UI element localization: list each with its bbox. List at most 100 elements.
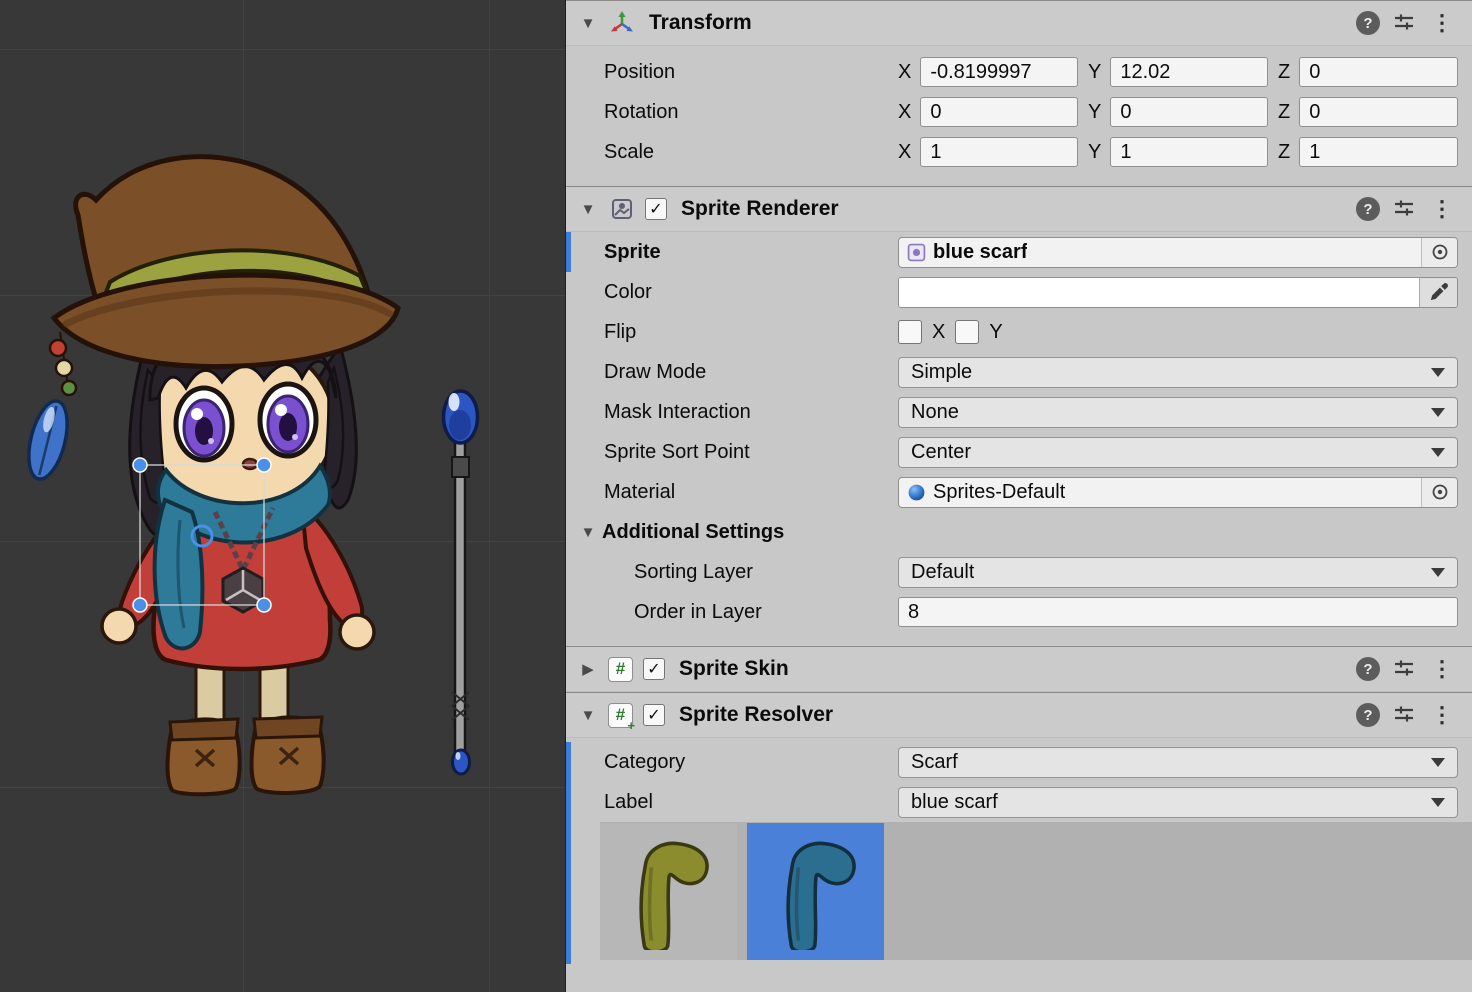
sprite-skin-icon: # bbox=[608, 657, 633, 682]
color-field[interactable] bbox=[898, 277, 1458, 308]
sprite-row: Sprite blue scarf bbox=[566, 232, 1472, 272]
draw-mode-dropdown[interactable]: Simple bbox=[898, 357, 1458, 388]
color-label: Color bbox=[566, 281, 898, 304]
sprite-sort-point-label: Sprite Sort Point bbox=[566, 441, 898, 464]
presets-icon[interactable] bbox=[1390, 197, 1418, 221]
category-dropdown[interactable]: Scarf bbox=[898, 747, 1458, 778]
material-row: Material Sprites-Default bbox=[566, 472, 1472, 512]
selection-handle-bottom-right[interactable] bbox=[257, 598, 271, 612]
category-label: Category bbox=[566, 751, 898, 774]
axis-z-label: Z bbox=[1278, 141, 1290, 164]
position-row: Position X Y Z bbox=[566, 52, 1472, 92]
kebab-menu-icon[interactable]: ⋮ bbox=[1428, 656, 1456, 682]
axis-y-label: Y bbox=[1088, 101, 1101, 124]
kebab-menu-icon[interactable]: ⋮ bbox=[1428, 702, 1456, 728]
character-sprite[interactable] bbox=[22, 157, 398, 795]
foldout-open-icon[interactable]: ▼ bbox=[578, 707, 598, 724]
presets-icon[interactable] bbox=[1390, 657, 1418, 681]
foldout-open-icon[interactable]: ▼ bbox=[578, 524, 598, 541]
sprite-skin-enabled-checkbox[interactable]: ✓ bbox=[643, 658, 665, 680]
eyedropper-icon[interactable] bbox=[1419, 278, 1457, 307]
selection-handle-top-right[interactable] bbox=[257, 458, 271, 472]
order-in-layer-field[interactable] bbox=[898, 597, 1458, 627]
material-label: Material bbox=[566, 481, 898, 504]
presets-icon[interactable] bbox=[1390, 703, 1418, 727]
sprite-skin-header[interactable]: ▶ # ✓ Sprite Skin ? ⋮ bbox=[566, 646, 1472, 692]
selection-handle-bottom-left[interactable] bbox=[133, 598, 147, 612]
sprite-renderer-title: Sprite Renderer bbox=[681, 197, 839, 221]
scale-z-field[interactable] bbox=[1299, 137, 1458, 167]
color-swatch[interactable] bbox=[899, 278, 1419, 307]
sprite-variant-strip bbox=[600, 822, 1472, 960]
selection-handle-top-left[interactable] bbox=[133, 458, 147, 472]
foldout-open-icon[interactable]: ▼ bbox=[578, 201, 598, 218]
help-icon[interactable]: ? bbox=[1356, 197, 1380, 221]
flip-y-checkbox[interactable] bbox=[955, 320, 979, 344]
sprite-sort-point-dropdown[interactable]: Center bbox=[898, 437, 1458, 468]
flip-x-label: X bbox=[932, 321, 945, 344]
sprite-resolver-enabled-checkbox[interactable]: ✓ bbox=[643, 704, 665, 726]
order-in-layer-label: Order in Layer bbox=[566, 601, 898, 624]
scale-y-field[interactable] bbox=[1110, 137, 1268, 167]
transform-title: Transform bbox=[649, 11, 752, 35]
label-label: Label bbox=[566, 791, 898, 814]
mask-interaction-row: Mask Interaction None bbox=[566, 392, 1472, 432]
chevron-down-icon bbox=[1431, 758, 1445, 767]
sprite-resolver-header[interactable]: ▼ # + ✓ Sprite Resolver ? ⋮ bbox=[566, 692, 1472, 738]
category-value: Scarf bbox=[911, 751, 958, 774]
label-row: Label blue scarf bbox=[566, 782, 1472, 822]
sprite-sort-point-row: Sprite Sort Point Center bbox=[566, 432, 1472, 472]
flip-x-checkbox[interactable] bbox=[898, 320, 922, 344]
scene-view[interactable] bbox=[0, 0, 565, 992]
help-icon[interactable]: ? bbox=[1356, 703, 1380, 727]
foldout-closed-icon[interactable]: ▶ bbox=[578, 660, 598, 678]
foldout-open-icon[interactable]: ▼ bbox=[578, 15, 598, 32]
sorting-layer-dropdown[interactable]: Default bbox=[898, 557, 1458, 588]
kebab-menu-icon[interactable]: ⋮ bbox=[1428, 196, 1456, 222]
object-picker-icon[interactable] bbox=[1421, 238, 1457, 267]
staff-sprite[interactable] bbox=[444, 391, 478, 774]
sprite-skin-title: Sprite Skin bbox=[679, 657, 789, 681]
scale-row: Scale X Y Z bbox=[566, 132, 1472, 172]
axis-y-label: Y bbox=[1088, 141, 1101, 164]
override-indicator bbox=[566, 232, 571, 272]
scarf-variant-blue[interactable] bbox=[747, 823, 884, 960]
axis-y-label: Y bbox=[1088, 61, 1101, 84]
help-icon[interactable]: ? bbox=[1356, 11, 1380, 35]
transform-header[interactable]: ▼ Transform ? ⋮ bbox=[566, 0, 1472, 46]
scale-x-field[interactable] bbox=[920, 137, 1078, 167]
label-value: blue scarf bbox=[911, 791, 998, 814]
position-x-field[interactable] bbox=[920, 57, 1078, 87]
material-object-field[interactable]: Sprites-Default bbox=[898, 477, 1458, 508]
sprite-resolver-title: Sprite Resolver bbox=[679, 703, 833, 727]
help-icon[interactable]: ? bbox=[1356, 657, 1380, 681]
scene-canvas bbox=[0, 0, 565, 992]
position-z-field[interactable] bbox=[1299, 57, 1458, 87]
axis-z-label: Z bbox=[1278, 61, 1290, 84]
label-dropdown[interactable]: blue scarf bbox=[898, 787, 1458, 818]
rotation-y-field[interactable] bbox=[1110, 97, 1268, 127]
axis-x-label: X bbox=[898, 61, 911, 84]
sprite-renderer-enabled-checkbox[interactable]: ✓ bbox=[645, 198, 667, 220]
object-picker-icon[interactable] bbox=[1421, 478, 1457, 507]
sprite-object-field[interactable]: blue scarf bbox=[898, 237, 1458, 268]
presets-icon[interactable] bbox=[1390, 11, 1418, 35]
rotation-z-field[interactable] bbox=[1299, 97, 1458, 127]
sprite-renderer-header[interactable]: ▼ ✓ Sprite Renderer ? ⋮ bbox=[566, 186, 1472, 232]
scarf-variant-green[interactable] bbox=[600, 823, 737, 960]
sprite-renderer-icon bbox=[608, 196, 635, 223]
rotation-label: Rotation bbox=[566, 101, 898, 124]
rotation-x-field[interactable] bbox=[920, 97, 1078, 127]
kebab-menu-icon[interactable]: ⋮ bbox=[1428, 10, 1456, 36]
inspector-panel: ▼ Transform ? ⋮ bbox=[565, 0, 1472, 992]
color-row: Color bbox=[566, 272, 1472, 312]
additional-settings-row[interactable]: ▼ Additional Settings bbox=[566, 512, 1472, 552]
position-y-field[interactable] bbox=[1110, 57, 1268, 87]
mask-interaction-value: None bbox=[911, 401, 959, 424]
transform-icon bbox=[608, 10, 635, 37]
mask-interaction-dropdown[interactable]: None bbox=[898, 397, 1458, 428]
draw-mode-value: Simple bbox=[911, 361, 972, 384]
sprite-label: Sprite bbox=[566, 241, 898, 264]
sprite-asset-icon bbox=[906, 242, 926, 262]
chevron-down-icon bbox=[1431, 368, 1445, 377]
